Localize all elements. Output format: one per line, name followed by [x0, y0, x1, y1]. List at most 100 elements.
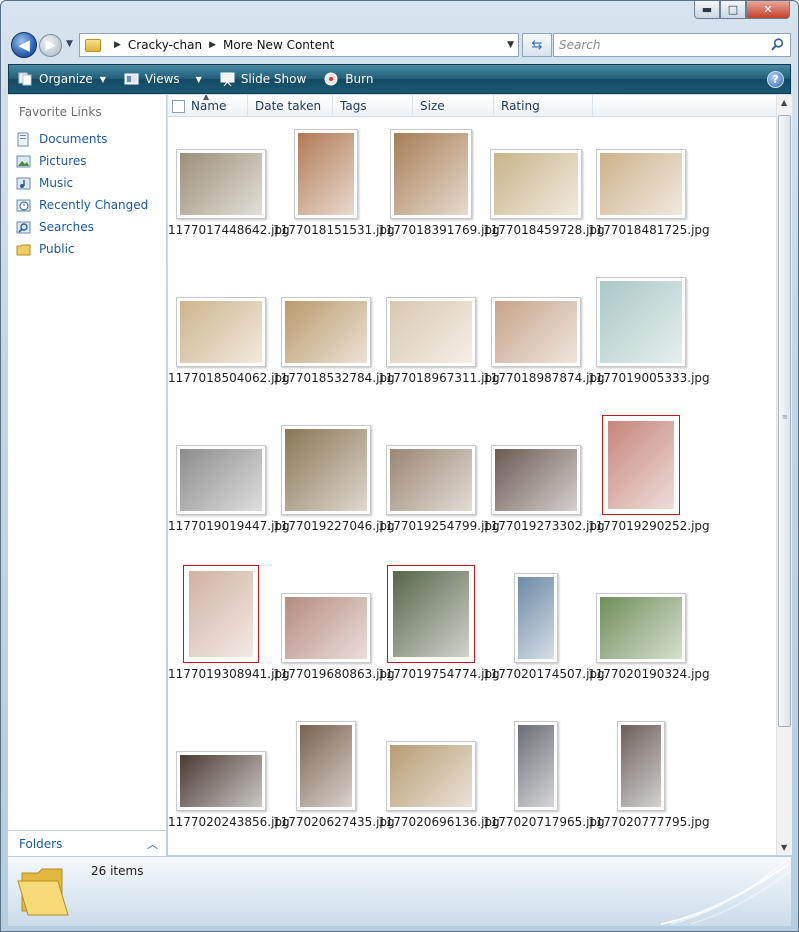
image-thumbnail[interactable]	[176, 751, 266, 811]
image-thumbnail[interactable]	[176, 149, 266, 219]
thumbnail-frame	[172, 563, 269, 663]
fav-item-searches[interactable]: Searches	[16, 216, 166, 238]
fav-item-music[interactable]: Music	[16, 172, 166, 194]
column-name[interactable]: Name ▲	[168, 95, 248, 117]
file-tile[interactable]: 1177020243856.jpg	[168, 711, 290, 855]
chevron-down-icon: ▼	[195, 74, 202, 84]
select-all-checkbox[interactable]	[172, 99, 185, 113]
file-tile[interactable]: 1177018532784.jpg	[273, 267, 395, 415]
image-thumbnail[interactable]	[176, 445, 266, 515]
image-thumbnail[interactable]	[490, 149, 582, 219]
breadcrumb-separator-icon[interactable]: ▶	[114, 40, 121, 50]
image-thumbnail[interactable]	[596, 149, 686, 219]
scrollbar-thumb[interactable]: ≡	[778, 115, 791, 727]
fav-item-documents[interactable]: Documents	[16, 128, 166, 150]
address-dropdown-icon[interactable]: ▼	[507, 40, 514, 50]
image-thumbnail[interactable]	[602, 415, 680, 515]
image-thumbnail[interactable]	[387, 565, 475, 663]
image-thumbnail[interactable]	[491, 445, 581, 515]
fav-item-recently-changed[interactable]: Recently Changed	[16, 194, 166, 216]
refresh-button[interactable]: ⇆	[522, 33, 552, 57]
file-tile[interactable]: 1177020190324.jpg	[588, 563, 710, 711]
file-tile[interactable]: 1177020777795.jpg	[588, 711, 710, 855]
fav-item-label: Documents	[39, 132, 108, 146]
image-thumbnail[interactable]	[281, 425, 371, 515]
image-thumbnail[interactable]	[386, 741, 476, 811]
chevron-up-icon[interactable]: ︿	[147, 836, 158, 852]
folders-toggle[interactable]: Folders ︿	[8, 830, 166, 856]
help-icon[interactable]: ?	[767, 71, 784, 88]
column-size[interactable]: Size	[413, 95, 494, 117]
scroll-down-icon[interactable]: ▼	[781, 843, 787, 852]
file-tile[interactable]: 1177018151531.jpg	[273, 119, 395, 267]
image-thumbnail[interactable]	[491, 297, 581, 367]
file-tile[interactable]: 1177019227046.jpg	[273, 415, 395, 563]
file-name: 1177019308941.jpg	[168, 667, 290, 681]
image-thumbnail[interactable]	[183, 565, 259, 663]
forward-button[interactable]: ▶	[39, 34, 62, 57]
file-tile[interactable]: 1177019308941.jpg	[168, 563, 290, 711]
image-thumbnail[interactable]	[386, 445, 476, 515]
file-tile[interactable]: 1177019290252.jpg	[588, 415, 710, 563]
file-tile[interactable]: 1177019273302.jpg	[483, 415, 605, 563]
search-box[interactable]	[553, 33, 791, 57]
scrollbar-grip-icon: ≡	[782, 413, 788, 421]
file-tile[interactable]: 1177018504062.jpg	[168, 267, 290, 415]
file-tile[interactable]: 1177019254799.jpg	[378, 415, 500, 563]
image-thumbnail[interactable]	[296, 721, 356, 811]
burn-button[interactable]: Burn	[315, 65, 382, 93]
thumbnail-frame	[382, 119, 479, 219]
image-thumbnail[interactable]	[596, 593, 686, 663]
image-thumbnail[interactable]	[294, 129, 358, 219]
minimize-icon[interactable]: ▬	[694, 1, 720, 19]
recent-pages-dropdown[interactable]: ▼	[66, 39, 73, 49]
breadcrumb-item[interactable]: More New Content	[223, 38, 334, 52]
file-tile[interactable]: 1177020174507.jpg	[483, 563, 605, 711]
vertical-scrollbar[interactable]: ▲ ≡ ▼	[776, 95, 792, 855]
image-thumbnail[interactable]	[281, 297, 371, 367]
back-button[interactable]: ◀	[11, 32, 37, 58]
file-name: 1177018504062.jpg	[168, 371, 290, 385]
file-tile[interactable]: 1177018967311.jpg	[378, 267, 500, 415]
slideshow-button[interactable]: Slide Show	[211, 65, 315, 93]
image-thumbnail[interactable]	[514, 721, 558, 811]
column-tags[interactable]: Tags	[333, 95, 413, 117]
close-icon[interactable]: ✕	[746, 1, 790, 19]
image-thumbnail[interactable]	[514, 573, 558, 663]
image-thumbnail[interactable]	[596, 277, 686, 367]
image-thumbnail[interactable]	[281, 593, 371, 663]
file-tile[interactable]: 1177017448642.jpg	[168, 119, 290, 267]
breadcrumb-item[interactable]: Cracky-chan	[128, 38, 202, 52]
organize-button[interactable]: Organize ▼	[9, 65, 115, 93]
file-tile[interactable]: 1177020627435.jpg	[273, 711, 395, 855]
file-tile[interactable]: 1177019754774.jpg	[378, 563, 500, 711]
photo-icon	[285, 597, 367, 659]
file-tile[interactable]: 1177020696136.jpg	[378, 711, 500, 855]
fav-item-pictures[interactable]: Pictures	[16, 150, 166, 172]
slideshow-icon	[220, 72, 235, 86]
fav-item-public[interactable]: Public	[16, 238, 166, 260]
file-tile[interactable]: 1177020717965.jpg	[483, 711, 605, 855]
views-button[interactable]: Views ▼	[115, 65, 211, 93]
column-date-taken[interactable]: Date taken	[248, 95, 333, 117]
file-tile[interactable]: 1177019005333.jpg	[588, 267, 710, 415]
image-thumbnail[interactable]	[390, 129, 472, 219]
image-thumbnail[interactable]	[386, 297, 476, 367]
maximize-icon[interactable]: □	[720, 1, 746, 19]
column-rating[interactable]: Rating	[494, 95, 593, 117]
scroll-up-icon[interactable]: ▲	[781, 98, 787, 107]
address-bar[interactable]: ▶ Cracky-chan ▶ More New Content ▼	[79, 33, 519, 57]
file-tile[interactable]: 1177018987874.jpg	[483, 267, 605, 415]
file-tile[interactable]: 1177018481725.jpg	[588, 119, 710, 267]
image-thumbnail[interactable]	[176, 297, 266, 367]
search-icon[interactable]	[771, 38, 784, 51]
file-tile[interactable]: 1177019019447.jpg	[168, 415, 290, 563]
search-input[interactable]	[559, 35, 759, 55]
file-tile[interactable]: 1177018391769.jpg	[378, 119, 500, 267]
breadcrumb-separator-icon[interactable]: ▶	[209, 40, 216, 50]
file-tile[interactable]: 1177019680863.jpg	[273, 563, 395, 711]
documents-icon	[17, 132, 29, 146]
decorative-swoosh	[660, 857, 790, 925]
file-tile[interactable]: 1177018459728.jpg	[483, 119, 605, 267]
image-thumbnail[interactable]	[617, 721, 665, 811]
